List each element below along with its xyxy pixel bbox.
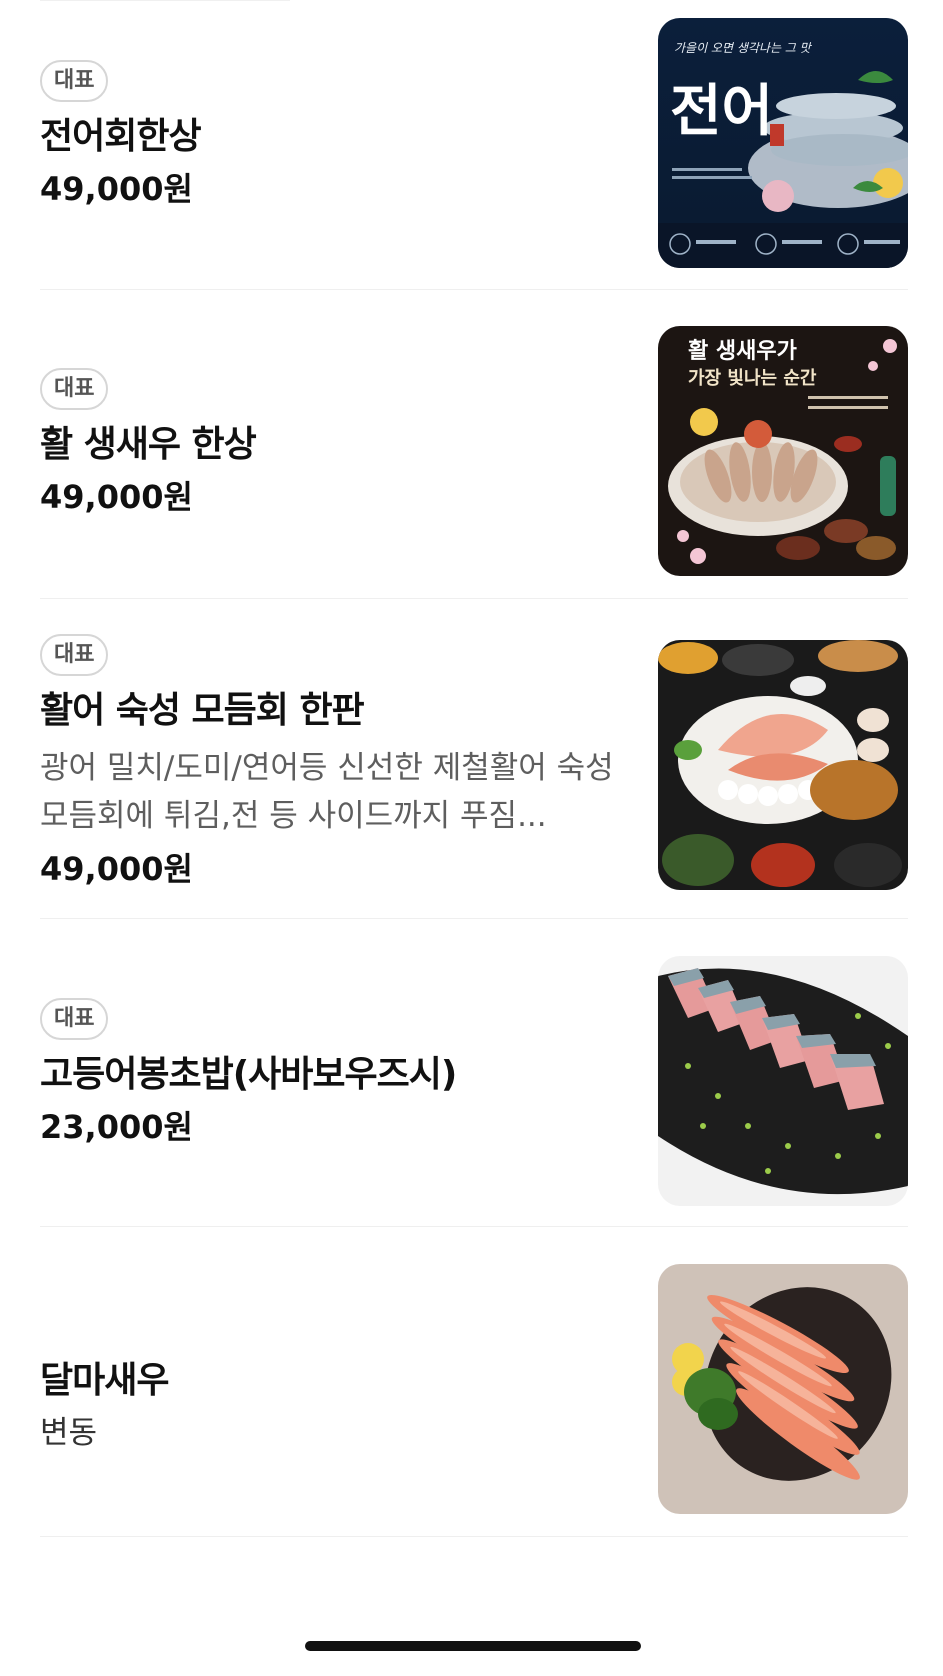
mackerel-sushi-photo-icon[interactable] (658, 956, 908, 1206)
menu-item-text: 대표 활어 숙성 모듬회 한판 광어 밀치/도미/연어등 신선한 제철활어 숙성… (40, 634, 630, 890)
shrimp-tagline: 가장 빛나는 순간 (688, 368, 817, 389)
jeoneo-tagline: 가을이 오면 생각나는 그 맛 (674, 41, 813, 55)
menu-item-name: 전어회한상 (40, 116, 202, 157)
signature-badge: 대표 (40, 368, 109, 410)
signature-badge: 대표 (40, 60, 109, 102)
signature-badge: 대표 (40, 634, 109, 676)
jeoneo-fish-photo-icon[interactable]: 가을이 오면 생각나는 그 맛 전어 (658, 18, 908, 268)
item-divider (40, 1536, 908, 1537)
menu-item-price: 23,000원 (40, 1108, 193, 1146)
menu-item-price: 49,000원 (40, 850, 193, 888)
menu-item-dalma-shrimp[interactable]: 달마새우 변동 (40, 1226, 908, 1538)
menu-item-name: 활어 숙성 모듬회 한판 (40, 690, 365, 731)
menu-item-text: 달마새우 변동 (40, 1346, 630, 1454)
menu-item-text: 대표 활 생새우 한상 49,000원 (40, 368, 630, 518)
live-shrimp-photo-icon[interactable]: 활 생새우가 가장 빛나는 순간 (658, 326, 908, 576)
menu-item-aged-sashimi[interactable]: 대표 활어 숙성 모듬회 한판 광어 밀치/도미/연어등 신선한 제철활어 숙성… (40, 598, 908, 920)
menu-item-price: 49,000원 (40, 170, 193, 208)
menu-item-name: 고등어봉초밥(사바보우즈시) (40, 1054, 457, 1095)
home-indicator[interactable] (305, 1641, 641, 1651)
jeoneo-title: 전어 (670, 79, 773, 144)
menu-item-text: 대표 전어회한상 49,000원 (40, 60, 630, 210)
shrimp-title: 활 생새우가 (688, 339, 797, 364)
menu-item-price: 49,000원 (40, 478, 193, 516)
menu-item-name: 달마새우 (40, 1360, 169, 1401)
menu-item-description: 광어 밀치/도미/연어등 신선한 제철활어 숙성모듬회에 튀김,전 등 사이드까… (40, 750, 614, 834)
menu-item-text: 대표 고등어봉초밥(사바보우즈시) 23,000원 (40, 998, 630, 1148)
menu-item-jeoneo[interactable]: 대표 전어회한상 49,000원 가을이 오면 생각나는 그 맛 전어 (40, 0, 908, 290)
menu-item-price: 변동 (40, 1415, 98, 1451)
menu-item-live-shrimp[interactable]: 대표 활 생새우 한상 49,000원 활 생새우가 가장 빛나는 순간 (40, 290, 908, 600)
menu-item-mackerel-sushi[interactable]: 대표 고등어봉초밥(사바보우즈시) 23,000원 (40, 918, 908, 1228)
signature-badge: 대표 (40, 998, 109, 1040)
menu-item-name: 활 생새우 한상 (40, 424, 257, 465)
menu-list: 대표 전어회한상 49,000원 가을이 오면 생각나는 그 맛 전어 대표 활… (0, 0, 943, 1676)
sashimi-platter-photo-icon[interactable] (658, 640, 908, 890)
dalma-shrimp-photo-icon[interactable] (658, 1264, 908, 1514)
